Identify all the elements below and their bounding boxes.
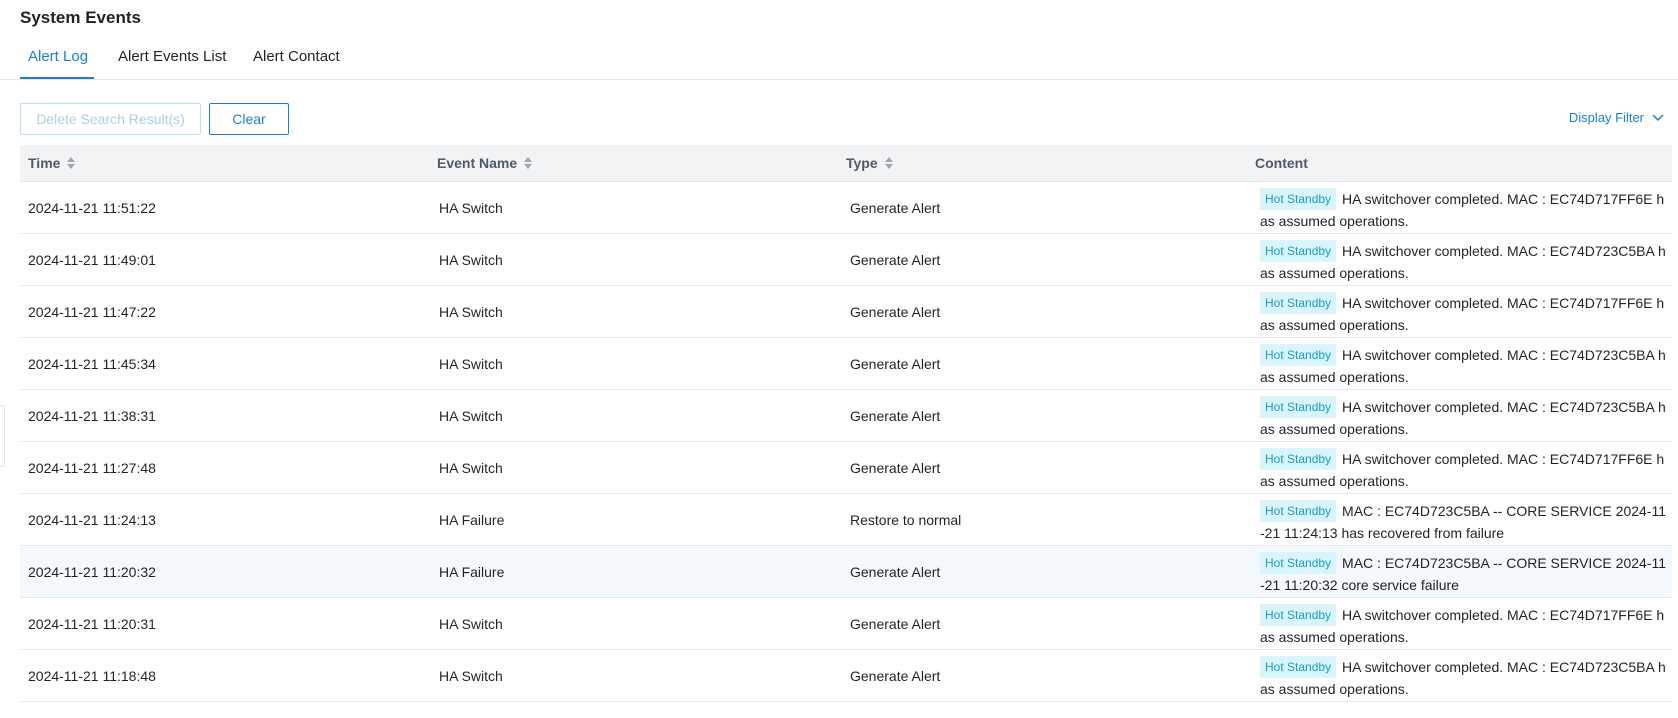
cell-event-name: HA Switch	[439, 304, 503, 320]
hot-standby-tag: Hot Standby	[1260, 344, 1337, 366]
cell-type: Generate Alert	[850, 304, 941, 320]
cell-content: Hot Standby MAC : EC74D723C5BA -- CORE SE…	[1260, 500, 1668, 544]
cell-time: 2024-11-21 11:51:22	[28, 200, 156, 216]
table-row[interactable]: 2024-11-21 11:24:13 HA Failure Restore t…	[20, 494, 1672, 546]
cell-time: 2024-11-21 11:18:48	[28, 668, 156, 684]
cell-content: Hot Standby HA switchover completed. MAC …	[1260, 292, 1668, 336]
cell-type: Restore to normal	[850, 512, 962, 528]
cell-type: Generate Alert	[850, 564, 941, 580]
hot-standby-tag: Hot Standby	[1260, 552, 1337, 574]
system-events-page: System Events Alert Log Alert Events Lis…	[0, 0, 1678, 718]
cell-content: Hot Standby MAC : EC74D723C5BA -- CORE SE…	[1260, 552, 1668, 596]
cell-time: 2024-11-21 11:38:31	[28, 408, 156, 424]
column-header-time-label: Time	[28, 155, 61, 171]
cell-event-name: HA Switch	[439, 460, 503, 476]
column-header-event-name-label: Event Name	[437, 155, 518, 171]
sort-icon[interactable]	[884, 155, 894, 171]
column-header-event-name[interactable]: Event Name	[437, 145, 533, 181]
cell-type: Generate Alert	[850, 668, 941, 684]
cell-time: 2024-11-21 11:20:31	[28, 616, 156, 632]
cell-content: Hot Standby HA switchover completed. MAC …	[1260, 448, 1668, 492]
sort-icon[interactable]	[523, 155, 533, 171]
clear-button[interactable]: Clear	[209, 103, 289, 135]
sort-icon[interactable]	[66, 155, 76, 171]
cell-event-name: HA Switch	[439, 668, 503, 684]
chevron-down-icon	[1652, 113, 1664, 121]
column-header-type-label: Type	[846, 155, 878, 171]
delete-search-results-button[interactable]: Delete Search Result(s)	[20, 103, 201, 135]
hot-standby-tag: Hot Standby	[1260, 240, 1337, 262]
hot-standby-tag: Hot Standby	[1260, 448, 1337, 470]
cell-type: Generate Alert	[850, 252, 941, 268]
cell-event-name: HA Switch	[439, 408, 503, 424]
alert-log-table: Time Event Name Type Content 2024-11-21 …	[20, 145, 1672, 702]
column-header-content-label: Content	[1255, 155, 1308, 171]
cell-time: 2024-11-21 11:24:13	[28, 512, 156, 528]
column-header-time[interactable]: Time	[28, 145, 76, 181]
hot-standby-tag: Hot Standby	[1260, 500, 1337, 522]
cell-time: 2024-11-21 11:45:34	[28, 356, 156, 372]
hot-standby-tag: Hot Standby	[1260, 604, 1337, 626]
table-row[interactable]: 2024-11-21 11:51:22 HA Switch Generate A…	[20, 182, 1672, 234]
table-header: Time Event Name Type Content	[20, 145, 1672, 182]
table-row[interactable]: 2024-11-21 11:45:34 HA Switch Generate A…	[20, 338, 1672, 390]
tab-alert-contact[interactable]: Alert Contact	[253, 48, 340, 79]
cell-content: Hot Standby HA switchover completed. MAC …	[1260, 656, 1668, 700]
tab-bar: Alert Log Alert Events List Alert Contac…	[0, 44, 1678, 80]
hot-standby-tag: Hot Standby	[1260, 396, 1337, 418]
hot-standby-tag: Hot Standby	[1260, 292, 1337, 314]
cell-event-name: HA Failure	[439, 564, 505, 580]
side-panel-handle[interactable]	[0, 405, 5, 467]
display-filter-toggle[interactable]: Display Filter	[1569, 110, 1664, 125]
cell-time: 2024-11-21 11:49:01	[28, 252, 156, 268]
display-filter-label: Display Filter	[1568, 110, 1644, 125]
table-row[interactable]: 2024-11-21 11:20:31 HA Switch Generate A…	[20, 598, 1672, 650]
cell-event-name: HA Switch	[439, 200, 503, 216]
cell-event-name: HA Failure	[439, 512, 505, 528]
tab-alert-log[interactable]: Alert Log	[20, 48, 94, 79]
cell-content: Hot Standby HA switchover completed. MAC …	[1260, 188, 1668, 232]
table-row[interactable]: 2024-11-21 11:18:48 HA Switch Generate A…	[20, 650, 1672, 702]
cell-event-name: HA Switch	[439, 356, 503, 372]
table-row[interactable]: 2024-11-21 11:38:31 HA Switch Generate A…	[20, 390, 1672, 442]
cell-type: Generate Alert	[850, 200, 941, 216]
tab-alert-events-list[interactable]: Alert Events List	[118, 48, 226, 79]
cell-event-name: HA Switch	[439, 252, 503, 268]
cell-type: Generate Alert	[850, 460, 941, 476]
cell-time: 2024-11-21 11:27:48	[28, 460, 156, 476]
cell-type: Generate Alert	[850, 408, 941, 424]
cell-content: Hot Standby HA switchover completed. MAC …	[1260, 604, 1668, 648]
cell-content: Hot Standby HA switchover completed. MAC …	[1260, 396, 1668, 440]
table-row[interactable]: 2024-11-21 11:47:22 HA Switch Generate A…	[20, 286, 1672, 338]
cell-type: Generate Alert	[850, 616, 941, 632]
column-header-type[interactable]: Type	[846, 145, 894, 181]
cell-type: Generate Alert	[850, 356, 941, 372]
table-row[interactable]: 2024-11-21 11:27:48 HA Switch Generate A…	[20, 442, 1672, 494]
table-row[interactable]: 2024-11-21 11:20:32 HA Failure Generate …	[20, 546, 1672, 598]
cell-time: 2024-11-21 11:47:22	[28, 304, 156, 320]
cell-event-name: HA Switch	[439, 616, 503, 632]
hot-standby-tag: Hot Standby	[1260, 656, 1337, 678]
page-title: System Events	[20, 8, 141, 27]
table-row[interactable]: 2024-11-21 11:49:01 HA Switch Generate A…	[20, 234, 1672, 286]
cell-content: Hot Standby HA switchover completed. MAC …	[1260, 344, 1668, 388]
hot-standby-tag: Hot Standby	[1260, 188, 1337, 210]
cell-time: 2024-11-21 11:20:32	[28, 564, 156, 580]
column-header-content: Content	[1255, 145, 1308, 181]
cell-content: Hot Standby HA switchover completed. MAC …	[1260, 240, 1668, 284]
